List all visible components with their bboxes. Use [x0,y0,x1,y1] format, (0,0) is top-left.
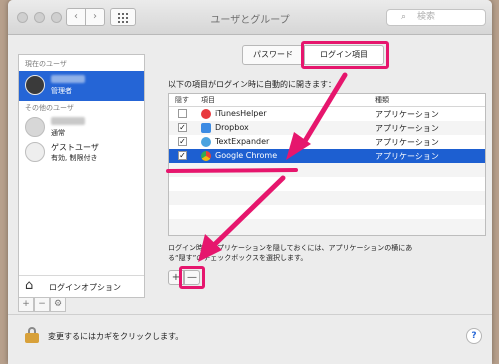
lock-icon[interactable] [25,327,39,343]
user-name-redacted [51,75,85,85]
other-users-section-label: その他のユーザ [25,104,74,112]
chrome-icon [201,151,211,161]
footer-separator [8,314,492,315]
item-name: iTunesHelper [215,109,267,118]
preferences-window: ‹ › ユーザとグループ ⌕ 検索 現在のユーザ 管理者 その他のユーザ 通常 … [8,0,492,364]
textexpander-icon [201,137,211,147]
add-user-button[interactable]: + [18,298,34,312]
table-row-selected[interactable]: ✓ Google Chrome アプリケーション [169,149,485,163]
item-kind: アプリケーション [375,124,439,133]
login-items-table: 隠す 項目 種類 iTunesHelper アプリケーション ✓ Dropbox… [168,93,486,236]
column-header-hide[interactable]: 隠す [175,95,189,105]
sidebar-button-bar: + − ⚙ [18,298,66,312]
hide-checkbox[interactable] [178,109,187,118]
guest-user-name: ゲストユーザ [51,143,99,152]
dropbox-icon [201,123,211,133]
guest-avatar [25,142,45,162]
hide-instruction-text: ログイン時にアプリケーションを隠しておくには、アプリケーションの横にあ る“隠す… [168,243,488,263]
tab-highlight-annotation [301,41,389,69]
sidebar-item-guest-user[interactable]: ゲストユーザ 有効, 制限付き [19,138,144,168]
user-type: 通常 [51,129,65,137]
current-user-section-label: 現在のユーザ [25,60,67,68]
hide-checkbox[interactable]: ✓ [178,151,187,160]
gear-icon[interactable]: ⚙ [50,298,66,312]
lock-instruction: 変更するにはカギをクリックします。 [48,332,184,341]
table-row-empty [169,219,485,235]
item-name: TextExpander [215,137,270,146]
title-bar: ‹ › ユーザとグループ ⌕ 検索 [8,0,492,35]
search-field[interactable]: ⌕ 検索 [386,9,486,26]
item-kind: アプリケーション [375,110,439,119]
item-kind: アプリケーション [375,152,439,161]
login-items-intro: 以下の項目がログイン時に自動的に開きます： [168,80,336,89]
users-sidebar: 現在のユーザ 管理者 その他のユーザ 通常 ゲストユーザ 有効, 制限付き ⌂ … [18,54,145,298]
table-row[interactable]: ✓ Dropbox アプリケーション [169,121,485,135]
hide-instruction-line-1: ログイン時にアプリケーションを隠しておくには、アプリケーションの横にあ [168,244,413,252]
hide-instruction-line-2: る“隠す”のチェックボックスを選択します。 [168,254,308,262]
user-role: 管理者 [51,87,72,95]
column-header-kind[interactable]: 種類 [375,95,389,105]
remove-user-button[interactable]: − [34,298,50,312]
search-icon: ⌕ [401,12,407,22]
item-name: Google Chrome [215,151,278,160]
table-header: 隠す 項目 種類 [169,94,485,107]
login-options-label: ログインオプション [49,283,121,292]
sidebar-item-current-user[interactable]: 管理者 [19,71,144,101]
hide-checkbox[interactable]: ✓ [178,123,187,132]
remove-button-highlight-annotation [179,266,205,289]
guest-user-status: 有効, 制限付き [51,154,98,162]
tab-password[interactable]: パスワード [242,45,304,65]
itunes-helper-icon [201,109,211,119]
hide-checkbox[interactable]: ✓ [178,137,187,146]
column-header-item[interactable]: 項目 [201,95,215,105]
item-name: Dropbox [215,123,249,132]
table-row[interactable]: iTunesHelper アプリケーション [169,107,485,121]
house-icon: ⌂ [25,278,34,293]
item-kind: アプリケーション [375,138,439,147]
login-options-item[interactable]: ⌂ ログインオプション [19,275,144,298]
user-name-redacted [51,117,85,127]
user-avatar [25,75,45,95]
table-row-empty [169,191,485,205]
table-row[interactable]: ✓ TextExpander アプリケーション [169,135,485,149]
help-button[interactable]: ? [466,328,482,344]
user-avatar [25,117,45,137]
search-placeholder: 検索 [417,12,436,22]
table-row-empty [169,163,485,177]
